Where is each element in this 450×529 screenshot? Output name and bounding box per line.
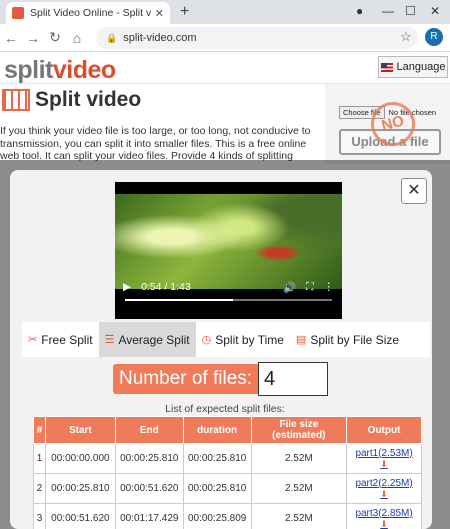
table-cell: 00:00:25.810 — [114, 443, 184, 474]
download-icon[interactable]: ⬇ — [347, 459, 421, 470]
us-flag-icon — [380, 62, 393, 72]
number-of-files-label: Number of files: — [113, 364, 259, 394]
more-options-icon[interactable]: ⋮ — [324, 281, 335, 293]
table-cell: 1 — [33, 443, 46, 474]
output-download-link[interactable]: part3(2.85M) ⬇ — [346, 503, 422, 529]
video-progress-fill — [125, 299, 233, 301]
volume-icon[interactable]: 🔊 — [283, 281, 296, 294]
video-time: 0:54 / 1:43 — [141, 281, 191, 293]
table-cell: 00:00:00.000 — [44, 443, 116, 474]
column-header: Output — [346, 416, 422, 444]
video-player[interactable]: ▶ 0:54 / 1:43 🔊 ⛶ ⋮ — [115, 182, 342, 319]
table-cell: 2.52M — [250, 473, 348, 504]
tab-title: Split Video Online - Split video in — [30, 7, 151, 19]
output-download-link[interactable]: part1(2.53M) ⬇ — [346, 443, 422, 474]
reload-icon[interactable]: ↻ — [44, 29, 66, 46]
site-favicon-icon — [12, 7, 24, 19]
output-download-link[interactable]: part2(2.25M) ⬇ — [346, 473, 422, 504]
new-tab-button[interactable]: + — [180, 3, 189, 21]
stack-icon: ☰ — [104, 334, 115, 346]
table-cell: 2.52M — [250, 503, 348, 529]
home-icon[interactable]: ⌂ — [66, 30, 88, 46]
split-mode-tabs: ✂ Free Split ☰ Average Split ◷ Split by Tim… — [22, 322, 430, 357]
table-row: 3 00:00:51.620 00:01:17.429 00:00:25.809 2.5… — [33, 503, 422, 529]
number-of-files-input[interactable]: 4 — [258, 362, 329, 396]
list-caption: List of expected split files: — [165, 403, 285, 415]
table-row: 2 00:00:25.810 00:00:51.620 00:00:25.810 2.5… — [33, 473, 422, 504]
split-files-table: # Start End duration File size (estimate… — [33, 416, 422, 529]
table-cell: 2 — [33, 473, 46, 504]
table-cell: 00:00:25.810 — [182, 443, 252, 474]
address-bar[interactable]: 🔒 split-video.com — [96, 27, 418, 49]
tab-average-split[interactable]: ☰ Average Split — [98, 322, 196, 357]
column-header: # — [33, 416, 46, 444]
tab-split-by-file-size[interactable]: ▤ Split by File Size — [290, 322, 405, 357]
download-icon[interactable]: ⬇ — [347, 519, 421, 529]
download-icon[interactable]: ⬇ — [347, 489, 421, 500]
window-close-icon[interactable]: ✕ — [430, 4, 440, 18]
lock-icon: 🔒 — [106, 32, 118, 43]
clock-icon: ◷ — [201, 334, 212, 346]
tab-split-by-time[interactable]: ◷ Split by Time — [196, 322, 290, 357]
play-icon[interactable]: ▶ — [123, 281, 131, 293]
tab-free-split[interactable]: ✂ Free Split — [22, 322, 99, 357]
column-header: Start — [44, 416, 116, 444]
upload-panel: Choose file No file chosen Upload a file… — [325, 84, 450, 164]
table-cell: 00:00:25.810 — [182, 473, 252, 504]
maximize-icon[interactable]: ☐ — [405, 4, 416, 18]
browser-tab-bar: Split Video Online - Split video in ✕ + … — [0, 0, 450, 24]
table-cell: 00:00:25.810 — [44, 473, 116, 504]
forward-icon[interactable]: → — [22, 30, 44, 46]
language-label: Language — [396, 61, 446, 73]
fullscreen-icon[interactable]: ⛶ — [306, 281, 313, 294]
column-header: File size (estimated) — [250, 416, 348, 444]
browser-toolbar: ← → ↻ ⌂ 🔒 split-video.com ☆ R — [0, 24, 450, 52]
scissors-icon: ✂ — [28, 334, 38, 346]
intro-text: If you think your video file is too larg… — [0, 125, 311, 162]
minimize-icon[interactable]: — — [382, 4, 394, 18]
video-progress-bar[interactable] — [125, 299, 332, 301]
table-header-row: # Start End duration File size (estimate… — [33, 416, 422, 444]
file-icon: ▤ — [295, 334, 307, 346]
page-title: Split video — [35, 88, 142, 111]
language-button[interactable]: Language — [378, 56, 448, 78]
number-of-files-row: Number of files: 4 — [113, 362, 329, 396]
video-frame — [115, 194, 342, 289]
profile-menu-icon[interactable]: ● — [356, 4, 363, 18]
page-heading: Split video — [2, 88, 141, 112]
column-header: duration — [182, 416, 252, 444]
tab-close-icon[interactable]: ✕ — [155, 7, 164, 20]
video-controls: ▶ 0:54 / 1:43 🔊 ⛶ ⋮ — [115, 277, 342, 297]
table-cell: 3 — [33, 503, 46, 529]
column-header: End — [114, 416, 184, 444]
back-icon[interactable]: ← — [0, 30, 22, 46]
table-cell: 2.52M — [250, 443, 348, 474]
browser-tab[interactable]: Split Video Online - Split video in ✕ — [6, 2, 170, 24]
bookmark-star-icon[interactable]: ☆ — [400, 29, 412, 45]
table-cell: 00:00:25.809 — [182, 503, 252, 529]
table-row: 1 00:00:00.000 00:00:25.810 00:00:25.810 2.5… — [33, 443, 422, 474]
table-cell: 00:00:51.620 — [44, 503, 116, 529]
profile-avatar[interactable]: R — [425, 28, 443, 46]
table-cell: 00:01:17.429 — [114, 503, 184, 529]
modal-close-button[interactable]: ✕ — [401, 178, 427, 204]
url-text: split-video.com — [123, 32, 197, 44]
film-strip-icon — [2, 89, 30, 111]
table-cell: 00:00:51.620 — [114, 473, 184, 504]
site-logo[interactable]: splitvideo — [4, 56, 116, 85]
